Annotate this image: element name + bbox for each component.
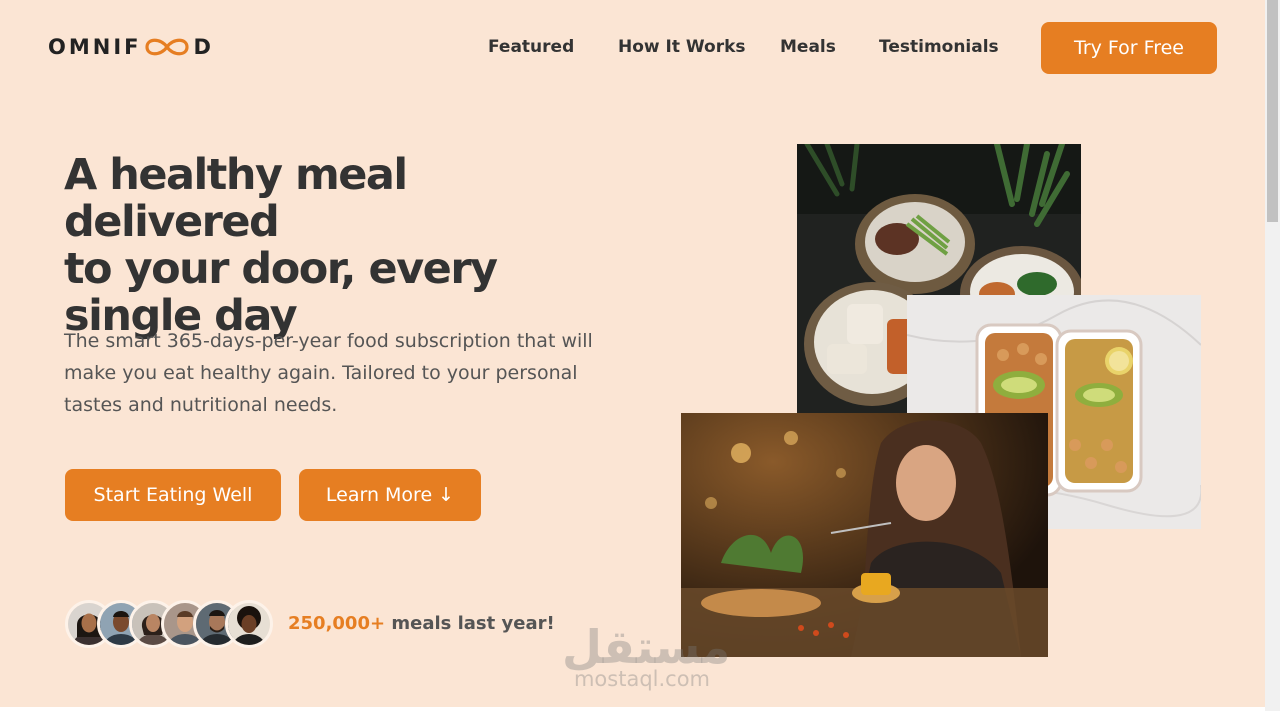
mostaql-watermark: مستقل mostaql.com — [562, 620, 731, 691]
start-eating-well-button[interactable]: Start Eating Well — [65, 469, 281, 521]
landing-page: OMNIF D Featured How It Works Meals Test… — [0, 0, 1265, 707]
avatar — [225, 600, 273, 648]
learn-more-button[interactable]: Learn More ↓ — [299, 469, 481, 521]
try-for-free-button[interactable]: Try For Free — [1041, 22, 1217, 74]
scrollbar-thumb[interactable] — [1267, 0, 1278, 222]
nav-link-featured[interactable]: Featured — [488, 37, 574, 57]
nav-link-testimonials[interactable]: Testimonials — [879, 37, 999, 57]
nav-link-how-it-works[interactable]: How It Works — [618, 37, 746, 57]
meals-stat: 250,000+ meals last year! — [288, 613, 555, 634]
nav-link-meals[interactable]: Meals — [780, 37, 836, 57]
vertical-scrollbar[interactable] — [1265, 0, 1280, 711]
infinity-logo-icon — [145, 38, 190, 56]
watermark-arabic: مستقل — [562, 620, 731, 674]
hero-title-line-1: A healthy meal delivered — [64, 150, 408, 247]
watermark-latin: mostaql.com — [573, 667, 711, 691]
logo-text-right: D — [193, 35, 214, 59]
meals-stat-number: 250,000+ — [288, 613, 386, 634]
meals-stat-text: meals last year! — [391, 613, 555, 634]
page-bottom-edge — [0, 707, 1265, 711]
logo-text-left: OMNIF — [48, 35, 142, 59]
woman-eating-photo — [681, 413, 1048, 657]
omnifood-logo[interactable]: OMNIF D — [48, 33, 214, 61]
hero-description: The smart 365-days-per-year food subscri… — [64, 330, 593, 416]
hero-title-line-2: to your door, every — [64, 244, 498, 294]
hero-title: A healthy meal delivered to your door, e… — [64, 152, 604, 340]
